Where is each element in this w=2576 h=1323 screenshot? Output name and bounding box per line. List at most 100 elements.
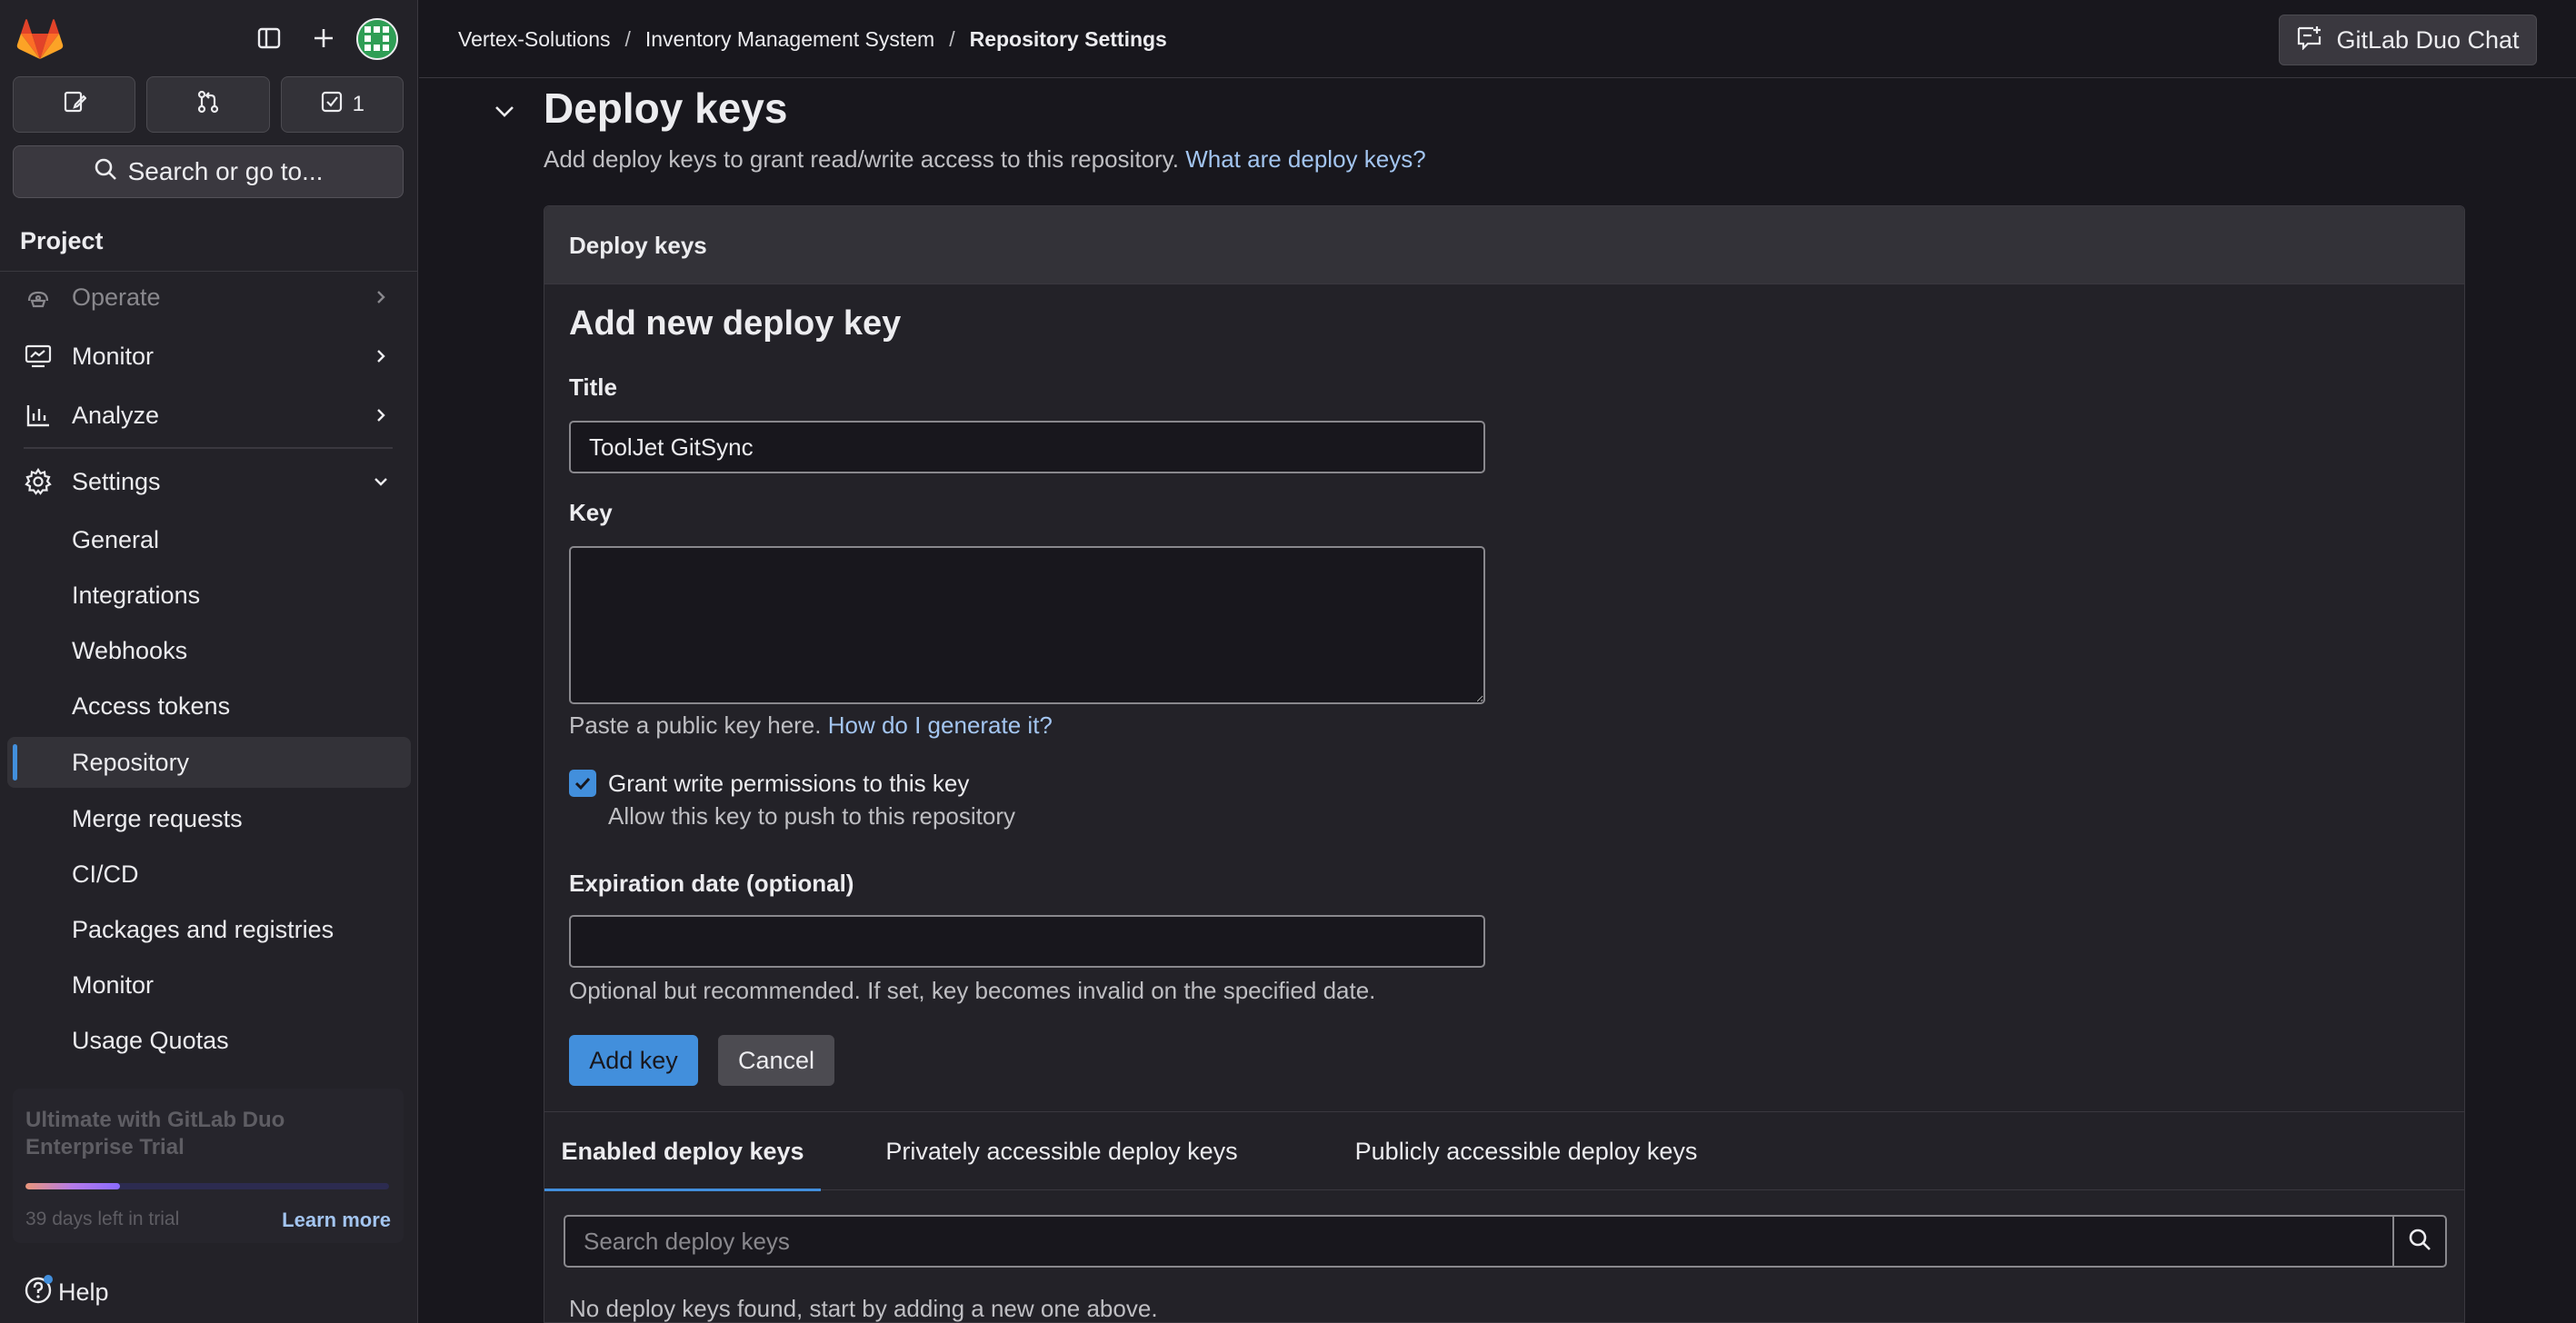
breadcrumb-item-project[interactable]: Inventory Management System bbox=[645, 27, 934, 52]
help-icon bbox=[24, 1274, 55, 1311]
trial-progress-fill bbox=[25, 1183, 120, 1189]
trial-days-left: 39 days left in trial bbox=[25, 1209, 180, 1229]
help-label: Help bbox=[58, 1278, 109, 1306]
rocket-icon bbox=[24, 283, 53, 312]
sidebar-item-settings[interactable]: Settings bbox=[13, 456, 404, 507]
search-icon bbox=[2408, 1228, 2431, 1256]
settings-item-label: General bbox=[72, 526, 160, 553]
settings-item-repository[interactable]: Repository bbox=[7, 737, 411, 788]
settings-item-packages-registries[interactable]: Packages and registries bbox=[7, 904, 411, 955]
settings-item-label: Integrations bbox=[72, 582, 201, 609]
settings-item-label: Packages and registries bbox=[72, 916, 334, 943]
duo-chat-icon bbox=[2296, 25, 2323, 56]
expiration-field-label: Expiration date (optional) bbox=[569, 870, 854, 897]
todos-count-button[interactable]: 1 bbox=[280, 76, 404, 133]
monitor-icon bbox=[24, 342, 53, 371]
todo-icon bbox=[320, 90, 344, 120]
settings-item-label: Webhooks bbox=[72, 637, 188, 664]
key-help-text: Paste a public key here. How do I genera… bbox=[569, 711, 1053, 740]
user-avatar[interactable] bbox=[356, 18, 398, 60]
breadcrumb-item-current[interactable]: Repository Settings bbox=[970, 27, 1167, 52]
chevron-right-icon bbox=[371, 346, 391, 366]
title-field-label: Title bbox=[569, 373, 617, 401]
tab-privately-accessible[interactable]: Privately accessible deploy keys bbox=[821, 1112, 1303, 1190]
card-header: Deploy keys bbox=[544, 206, 2464, 284]
deploy-keys-tabs: Enabled deploy keys Privately accessible… bbox=[544, 1112, 2464, 1191]
collapse-section-icon[interactable] bbox=[489, 96, 520, 127]
chevron-down-icon bbox=[371, 472, 391, 492]
tab-enabled-deploy-keys[interactable]: Enabled deploy keys bbox=[544, 1112, 821, 1191]
breadcrumb-item-group[interactable]: Vertex-Solutions bbox=[458, 27, 610, 52]
title-input[interactable] bbox=[569, 421, 1485, 473]
tab-publicly-accessible[interactable]: Publicly accessible deploy keys bbox=[1303, 1112, 1750, 1190]
sidebar-item-monitor[interactable]: Monitor bbox=[13, 331, 404, 382]
search-icon bbox=[94, 157, 117, 187]
gitlab-logo-icon[interactable] bbox=[16, 18, 64, 60]
sidebar: 1 Search or go to... Project Operate Mon… bbox=[0, 0, 418, 1323]
sidebar-section-title: Project bbox=[20, 227, 104, 254]
expiration-help-text: Optional but recommended. If set, key be… bbox=[569, 977, 1376, 1004]
issues-icon bbox=[63, 90, 87, 120]
sidebar-item-label: Settings bbox=[72, 467, 161, 495]
card-title: Deploy keys bbox=[569, 232, 707, 259]
trial-progress-bar bbox=[25, 1183, 389, 1189]
settings-item-merge-requests[interactable]: Merge requests bbox=[7, 793, 411, 844]
deploy-keys-search bbox=[564, 1215, 2447, 1268]
write-permission-checkbox[interactable] bbox=[569, 770, 596, 797]
settings-item-general[interactable]: General bbox=[7, 514, 411, 565]
trial-widget[interactable]: Ultimate with GitLab Duo Enterprise Tria… bbox=[13, 1089, 404, 1243]
sidebar-item-label: Analyze bbox=[72, 401, 160, 429]
create-new-icon[interactable] bbox=[305, 20, 342, 56]
settings-item-label: Merge requests bbox=[72, 805, 243, 832]
todo-count: 1 bbox=[352, 92, 364, 116]
merge-request-icon bbox=[196, 90, 220, 120]
breadcrumb-separator: / bbox=[949, 27, 955, 51]
deploy-keys-card: Deploy keys Add new deploy key Title Key… bbox=[544, 205, 2465, 1323]
expiration-date-input[interactable] bbox=[569, 915, 1485, 968]
search-button[interactable]: Search or go to... bbox=[13, 145, 404, 198]
settings-item-usage-quotas[interactable]: Usage Quotas bbox=[7, 1015, 411, 1066]
sidebar-item-analyze[interactable]: Analyze bbox=[13, 390, 404, 441]
sidebar-separator bbox=[24, 447, 393, 449]
what-are-deploy-keys-link[interactable]: What are deploy keys? bbox=[1185, 145, 1425, 173]
chevron-right-icon bbox=[371, 405, 391, 425]
settings-item-label: Usage Quotas bbox=[72, 1027, 229, 1054]
key-help-label: Paste a public key here. bbox=[569, 711, 822, 739]
toggle-sidebar-icon[interactable] bbox=[251, 20, 287, 56]
search-submit-button[interactable] bbox=[2392, 1217, 2445, 1266]
settings-item-monitor[interactable]: Monitor bbox=[7, 960, 411, 1010]
key-field-label: Key bbox=[569, 499, 613, 526]
app-root: 1 Search or go to... Project Operate Mon… bbox=[0, 0, 2576, 1323]
settings-item-webhooks[interactable]: Webhooks bbox=[7, 625, 411, 676]
settings-item-access-tokens[interactable]: Access tokens bbox=[7, 681, 411, 731]
settings-item-integrations[interactable]: Integrations bbox=[7, 570, 411, 621]
cancel-button[interactable]: Cancel bbox=[718, 1035, 834, 1086]
how-to-generate-link[interactable]: How do I generate it? bbox=[828, 711, 1053, 739]
sidebar-item-label: Operate bbox=[72, 283, 161, 311]
search-label: Search or go to... bbox=[127, 157, 324, 185]
write-permission-label[interactable]: Grant write permissions to this key bbox=[608, 770, 969, 798]
trial-learn-more-link[interactable]: Learn more bbox=[282, 1209, 391, 1232]
write-permission-help: Allow this key to push to this repositor… bbox=[608, 802, 1015, 830]
gear-icon bbox=[24, 467, 53, 496]
merge-requests-count-button[interactable] bbox=[146, 76, 270, 133]
sidebar-item-operate[interactable]: Operate bbox=[13, 272, 404, 323]
key-textarea[interactable] bbox=[569, 546, 1485, 704]
breadcrumb-separator: / bbox=[624, 27, 631, 51]
form-heading: Add new deploy key bbox=[569, 304, 902, 343]
settings-item-ci-cd[interactable]: CI/CD bbox=[7, 849, 411, 900]
help-button[interactable]: Help bbox=[24, 1274, 109, 1311]
add-key-button[interactable]: Add key bbox=[569, 1035, 698, 1086]
issues-count-button[interactable] bbox=[13, 76, 136, 133]
page-description: Add deploy keys to grant read/write acce… bbox=[544, 145, 1426, 174]
trial-title: Ultimate with GitLab Duo Enterprise Tria… bbox=[25, 1108, 285, 1159]
duo-chat-button[interactable]: GitLab Duo Chat bbox=[2279, 15, 2537, 65]
search-deploy-keys-input[interactable] bbox=[565, 1217, 2394, 1266]
settings-item-label: CI/CD bbox=[72, 860, 139, 888]
settings-item-label: Access tokens bbox=[72, 692, 231, 720]
top-bar: Vertex-Solutions / Inventory Management … bbox=[419, 0, 2576, 78]
sidebar-header bbox=[0, 0, 418, 75]
duo-chat-label: GitLab Duo Chat bbox=[2336, 25, 2520, 54]
breadcrumb: Vertex-Solutions / Inventory Management … bbox=[458, 27, 1167, 52]
empty-state-message: No deploy keys found, start by adding a … bbox=[569, 1295, 1158, 1322]
